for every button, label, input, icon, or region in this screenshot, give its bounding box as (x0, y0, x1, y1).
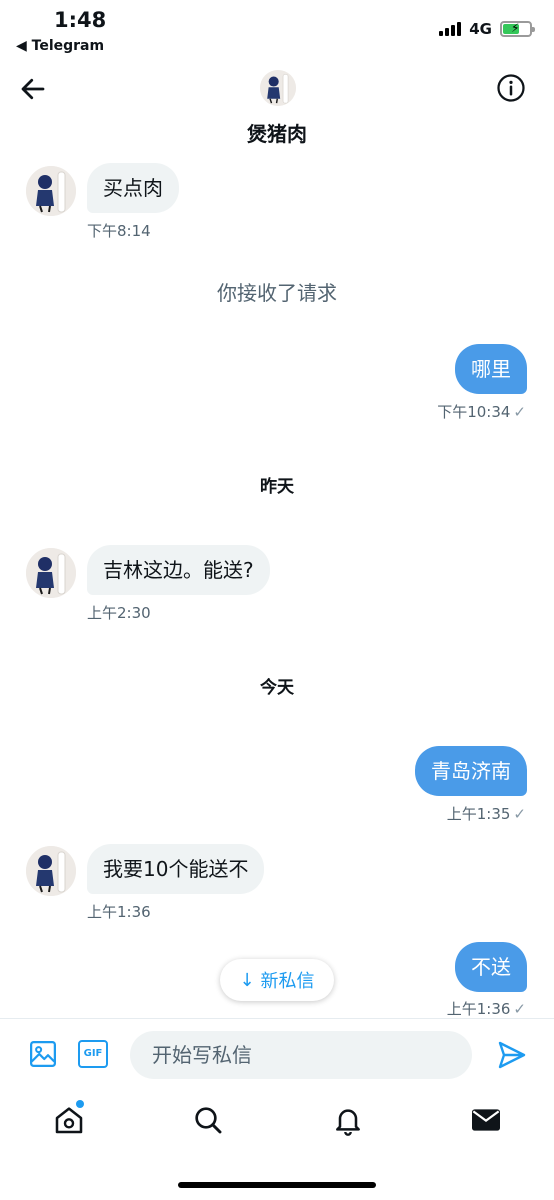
message-time: 上午1:36 (87, 903, 151, 921)
message-time-text: 下午10:34 (437, 403, 511, 421)
message-outgoing[interactable]: 哪里 (455, 344, 527, 394)
network-type: 4G (469, 20, 492, 38)
message-text: 吉林这边。能送? (87, 545, 270, 595)
gif-button[interactable]: GIF (78, 1040, 108, 1068)
status-bar: 1:48 ◀ Telegram 4G ⚡ (0, 0, 554, 60)
request-accepted-notice: 你接收了请求 (217, 281, 337, 305)
image-icon[interactable] (28, 1039, 58, 1069)
sent-check-icon: ✓ (513, 805, 526, 823)
sent-check-icon: ✓ (513, 1000, 526, 1018)
battery-icon: ⚡ (500, 21, 535, 37)
message-time: 上午1:35 ✓ (447, 803, 526, 824)
conversation-header: 煲猪肉 (0, 60, 554, 156)
bottom-tab-bar (0, 1090, 554, 1154)
home-notification-dot (76, 1100, 84, 1108)
message-text: 哪里 (455, 344, 527, 394)
mail-icon[interactable] (470, 1104, 502, 1136)
arrow-left-icon[interactable] (18, 74, 48, 104)
message-text: 青岛济南 (415, 746, 527, 796)
message-time-text: 上午1:35 (446, 805, 511, 823)
home-icon[interactable] (53, 1104, 85, 1136)
status-time: 1:48 (54, 8, 107, 32)
date-divider: 昨天 (260, 477, 294, 497)
message-time: 下午8:14 (87, 222, 151, 240)
arrow-down-icon: ↓ (239, 969, 255, 991)
message-incoming[interactable]: 吉林这边。能送? (87, 545, 270, 595)
info-icon[interactable] (496, 73, 526, 103)
bell-icon[interactable] (332, 1104, 364, 1136)
sent-check-icon: ✓ (513, 403, 526, 421)
message-text: 我要10个能送不 (87, 844, 265, 894)
message-time: 上午2:30 (87, 604, 151, 622)
search-icon[interactable] (192, 1104, 224, 1136)
new-messages-button[interactable]: ↓ 新私信 (220, 959, 334, 1001)
message-outgoing[interactable]: 青岛济南 (415, 746, 527, 796)
message-composer: GIF (0, 1018, 554, 1090)
message-time: 上午1:36 ✓ (447, 998, 526, 1019)
message-text: 买点肉 (87, 163, 179, 213)
sender-avatar[interactable] (26, 846, 76, 896)
send-icon[interactable] (496, 1039, 528, 1071)
back-to-app-link[interactable]: ◀ Telegram (16, 38, 104, 54)
message-incoming[interactable]: 我要10个能送不 (87, 844, 265, 894)
signal-icon (439, 22, 462, 36)
message-text: 不送 (455, 942, 527, 992)
message-input[interactable] (130, 1031, 472, 1079)
sender-avatar[interactable] (26, 548, 76, 598)
sender-avatar[interactable] (26, 166, 76, 216)
header-avatar[interactable] (260, 70, 296, 106)
message-outgoing[interactable]: 不送 (455, 942, 527, 992)
new-messages-label: 新私信 (260, 971, 315, 992)
home-indicator (178, 1182, 376, 1188)
status-indicators: 4G ⚡ (439, 20, 535, 38)
message-incoming[interactable]: 买点肉 (87, 163, 179, 213)
date-divider: 今天 (260, 678, 294, 698)
contact-name[interactable]: 煲猪肉 (0, 118, 554, 147)
message-time-text: 上午1:36 (446, 1000, 511, 1018)
message-time: 下午10:34 ✓ (437, 401, 526, 422)
